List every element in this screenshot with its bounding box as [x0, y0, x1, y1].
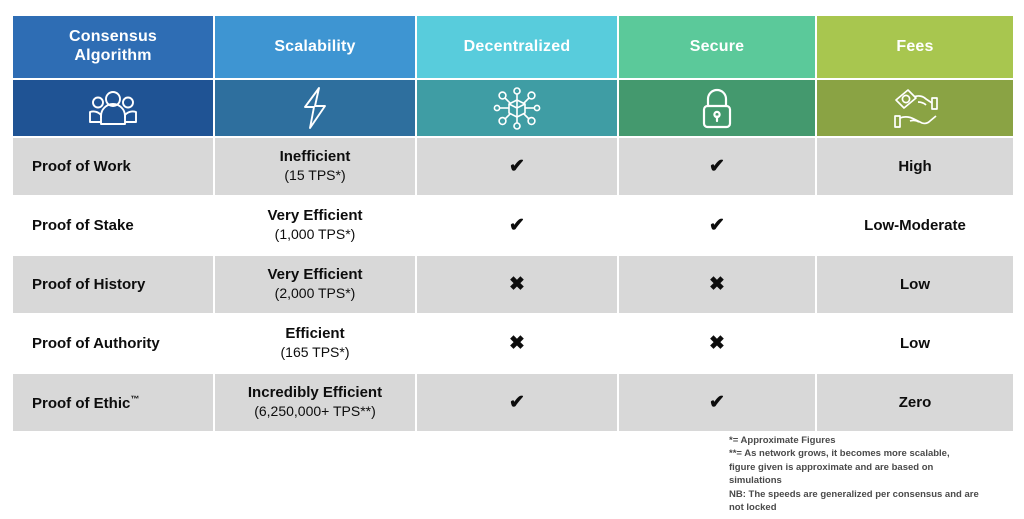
- status-mark-decentralized: ✔: [509, 215, 525, 236]
- column-header-algorithm-line2: Algorithm: [74, 47, 152, 64]
- consensus-comparison-table: Consensus Algorithm Scalability Decentra…: [11, 14, 1015, 433]
- column-icon-cell-decentralized: [417, 80, 617, 136]
- footnote-line-6: not locked: [729, 502, 777, 514]
- cell-algorithm-text: Proof of Ethic: [32, 394, 131, 412]
- column-header-decentralized: Decentralized: [417, 16, 617, 78]
- cell-secure: ✖: [619, 256, 815, 313]
- status-mark-decentralized: ✖: [509, 274, 525, 295]
- cell-decentralized: ✖: [417, 256, 617, 313]
- scalability-tps: (2,000 TPS*): [274, 285, 356, 302]
- table-row: Proof of Ethic™ Incredibly Efficient (6,…: [13, 374, 1013, 431]
- cell-secure: ✖: [619, 315, 815, 372]
- status-mark-secure: ✔: [709, 215, 725, 236]
- trademark-symbol: ™: [130, 393, 140, 404]
- cell-decentralized: ✔: [417, 138, 617, 195]
- cell-algorithm: Proof of Authority: [13, 315, 213, 372]
- cell-scalability: Inefficient (15 TPS*): [215, 138, 415, 195]
- cell-decentralized: ✔: [417, 197, 617, 254]
- footnote-line-3: figure given is approximate and are base…: [729, 461, 934, 473]
- status-mark-secure: ✖: [709, 274, 725, 295]
- cell-scalability: Incredibly Efficient (6,250,000+ TPS**): [215, 374, 415, 431]
- cell-algorithm: Proof of Stake: [13, 197, 213, 254]
- scalability-rating: Efficient: [285, 325, 345, 343]
- scalability-tps: (1,000 TPS*): [274, 226, 356, 243]
- scalability-rating: Very Efficient: [267, 266, 363, 284]
- footnote-block: *= Approximate Figures **= As network gr…: [729, 434, 989, 515]
- cell-scalability: Efficient (165 TPS*): [215, 315, 415, 372]
- column-header-algorithm: Consensus Algorithm: [13, 16, 213, 78]
- comparison-infographic: Consensus Algorithm Scalability Decentra…: [0, 0, 1024, 519]
- lightning-bolt-icon: [215, 86, 415, 130]
- column-header-fees: Fees: [817, 16, 1013, 78]
- cell-scalability: Very Efficient (1,000 TPS*): [215, 197, 415, 254]
- cell-fees: High: [817, 138, 1013, 195]
- status-mark-secure: ✔: [709, 156, 725, 177]
- table-header-icon-row: [13, 80, 1013, 136]
- cell-fees: Zero: [817, 374, 1013, 431]
- cell-fees: Low: [817, 315, 1013, 372]
- cell-algorithm: Proof of History: [13, 256, 213, 313]
- column-header-secure: Secure: [619, 16, 815, 78]
- table-header-title-row: Consensus Algorithm Scalability Decentra…: [13, 16, 1013, 78]
- column-header-scalability: Scalability: [215, 16, 415, 78]
- scalability-rating: Incredibly Efficient: [247, 384, 383, 402]
- status-mark-decentralized: ✖: [509, 333, 525, 354]
- column-icon-cell-fees: [817, 80, 1013, 136]
- cell-secure: ✔: [619, 374, 815, 431]
- cell-decentralized: ✖: [417, 315, 617, 372]
- footnote-line-1: *= Approximate Figures: [729, 435, 836, 446]
- column-icon-cell-algorithm: [13, 80, 213, 136]
- scalability-tps: (15 TPS*): [284, 167, 346, 184]
- table-row: Proof of Authority Efficient (165 TPS*) …: [13, 315, 1013, 372]
- footnote-line-4: simulations: [729, 475, 782, 487]
- scalability-rating: Inefficient: [279, 148, 351, 166]
- column-icon-cell-scalability: [215, 80, 415, 136]
- status-mark-secure: ✔: [709, 392, 725, 413]
- footnote-line-5: NB: The speeds are generalized per conse…: [729, 488, 979, 500]
- hand-money-icon: [817, 85, 1013, 131]
- footnote-line-2: **= As network grows, it becomes more sc…: [729, 448, 950, 460]
- table-row: Proof of Stake Very Efficient (1,000 TPS…: [13, 197, 1013, 254]
- cell-algorithm: Proof of Ethic™: [13, 374, 213, 431]
- padlock-icon: [619, 85, 815, 131]
- table-row: Proof of Work Inefficient (15 TPS*) ✔ ✔ …: [13, 138, 1013, 195]
- cell-algorithm: Proof of Work: [13, 138, 213, 195]
- status-mark-decentralized: ✔: [509, 156, 525, 177]
- column-icon-cell-secure: [619, 80, 815, 136]
- cell-fees: Low-Moderate: [817, 197, 1013, 254]
- scalability-tps: (165 TPS*): [280, 344, 350, 361]
- scalability-rating: Very Efficient: [267, 207, 363, 225]
- status-mark-decentralized: ✔: [509, 392, 525, 413]
- status-mark-secure: ✖: [709, 333, 725, 354]
- column-header-algorithm-line1: Consensus: [68, 28, 158, 46]
- network-node-icon: [417, 85, 617, 131]
- cell-decentralized: ✔: [417, 374, 617, 431]
- table-row: Proof of History Very Efficient (2,000 T…: [13, 256, 1013, 313]
- cell-scalability: Very Efficient (2,000 TPS*): [215, 256, 415, 313]
- people-group-icon: [13, 88, 213, 128]
- cell-fees: Low: [817, 256, 1013, 313]
- cell-secure: ✔: [619, 197, 815, 254]
- cell-secure: ✔: [619, 138, 815, 195]
- scalability-tps: (6,250,000+ TPS**): [254, 403, 376, 420]
